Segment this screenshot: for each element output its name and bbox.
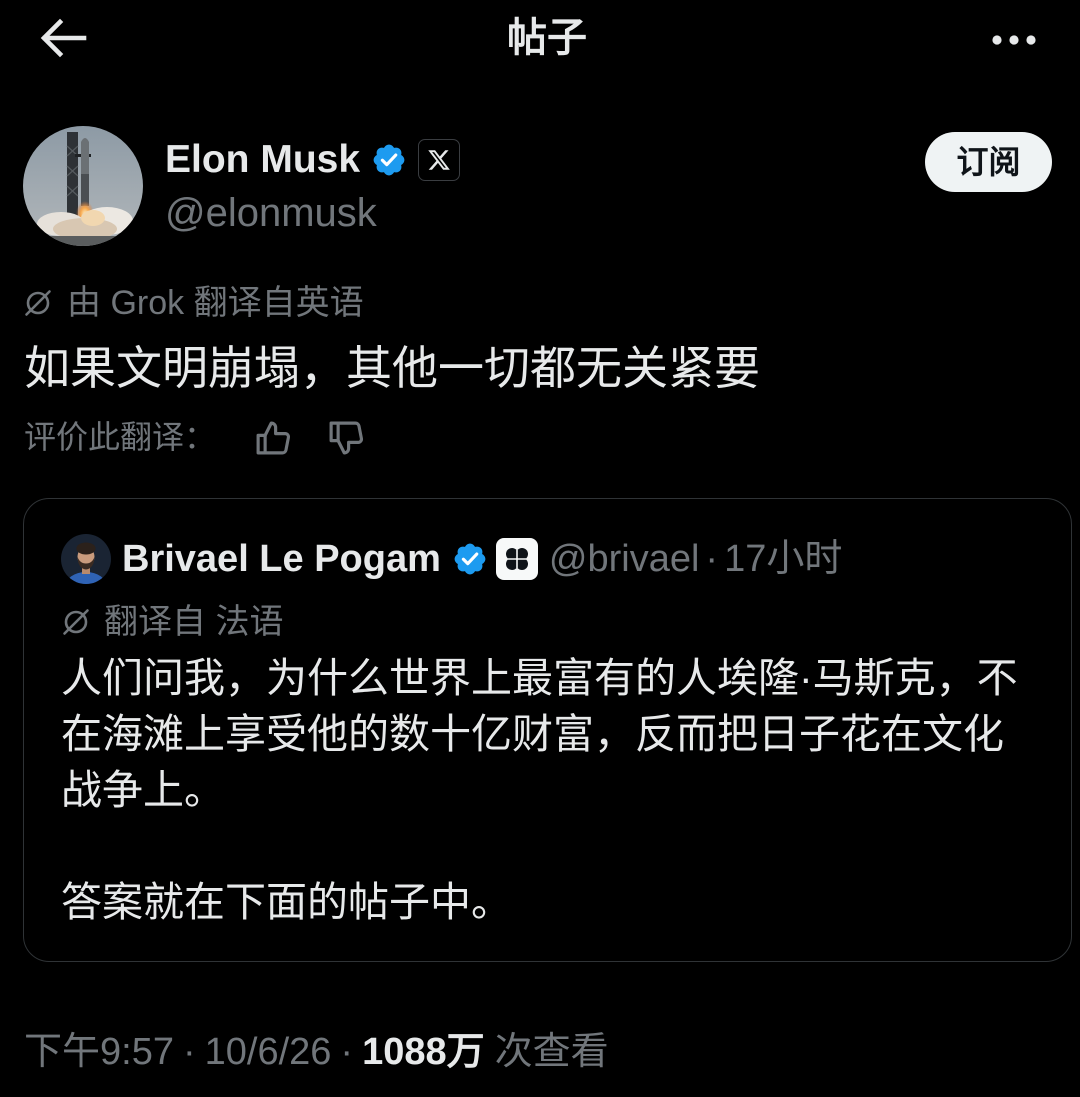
x-logo-icon	[428, 150, 450, 170]
author-name-row: Elon Musk	[165, 137, 461, 183]
author-avatar[interactable]	[23, 126, 143, 246]
views-count: 1088万	[362, 1031, 485, 1073]
quote-author-handle[interactable]: @brivael	[549, 536, 700, 582]
post-date[interactable]: 10/6/26	[205, 1030, 332, 1074]
translate-icon	[25, 290, 51, 316]
page-title: 帖子	[507, 16, 587, 60]
post-time[interactable]: 下午9:57	[24, 1030, 174, 1074]
quote-translation-note-text: 翻译自 法语	[104, 603, 284, 641]
quote-translation-note: 翻译自 法语	[61, 602, 283, 642]
quote-author-name[interactable]: Brivael Le Pogam	[122, 536, 441, 582]
verified-badge-icon	[373, 144, 405, 176]
quote-affiliation-badge[interactable]	[495, 538, 538, 580]
translation-note: 由 Grok 翻译自英语	[23, 283, 364, 323]
like-translation-button[interactable]	[252, 417, 294, 459]
more-button[interactable]	[984, 20, 1044, 60]
meta-separator: ·	[182, 1031, 196, 1073]
thumbs-down-icon	[329, 421, 364, 455]
subscribe-button[interactable]: 订阅	[925, 132, 1052, 192]
back-button[interactable]	[30, 12, 92, 66]
post-text: 如果文明崩塌，其他一切都无关紧要	[24, 342, 760, 394]
arrow-left-icon	[40, 18, 87, 58]
thumbs-up-icon	[256, 421, 291, 455]
quote-paragraph: 人们问我，为什么世界上最富有的人埃隆·马斯克，不在海滩上享受他的数十亿财富，反而…	[61, 655, 1018, 813]
post-meta: 下午9:57 · 10/6/26 · 1088万 次查看	[24, 1030, 609, 1074]
clover-icon	[505, 548, 528, 570]
meta-separator: ·	[340, 1031, 354, 1073]
author-name[interactable]: Elon Musk	[165, 137, 360, 183]
translation-note-text: 由 Grok 翻译自英语	[67, 284, 364, 322]
views-label: 次查看	[494, 1031, 609, 1073]
quote-author-avatar[interactable]	[61, 534, 111, 584]
quote-author-avatar-image	[61, 534, 111, 584]
affiliation-badge[interactable]	[418, 139, 461, 181]
quote-author-row: Brivael Le Pogam @brivael · 17小时	[122, 536, 842, 582]
verified-badge-icon	[454, 543, 486, 575]
translate-icon	[63, 609, 89, 635]
author-handle[interactable]: @elonmusk	[165, 190, 377, 236]
quote-meta-separator: ·	[705, 538, 719, 580]
quote-text: 人们问我，为什么世界上最富有的人埃隆·马斯克，不在海滩上享受他的数十亿财富，反而…	[61, 650, 1026, 930]
quote-paragraph: 答案就在下面的帖子中。	[61, 879, 512, 925]
author-avatar-image	[23, 126, 143, 246]
more-horizontal-icon	[992, 35, 1036, 45]
quote-timestamp[interactable]: 17小时	[724, 536, 842, 582]
rate-translation-label: 评价此翻译：	[24, 419, 217, 455]
dislike-translation-button[interactable]	[325, 417, 367, 459]
top-bar: 帖子	[0, 0, 1080, 80]
quoted-post-card[interactable]: Brivael Le Pogam @brivael · 17小时 翻译自 法语 …	[23, 498, 1072, 962]
